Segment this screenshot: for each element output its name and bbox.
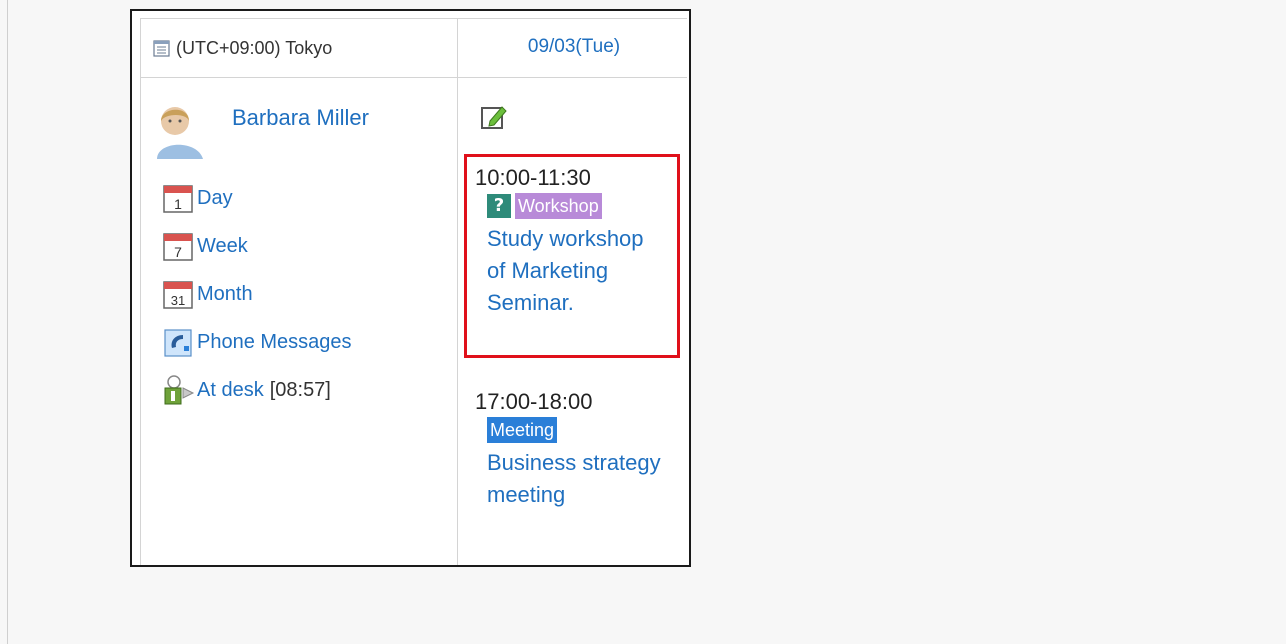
nav-day-label[interactable]: Day <box>197 187 233 210</box>
right-divider <box>690 19 691 567</box>
user-block: Barbara Miller <box>153 99 369 161</box>
presence-time: [08:57] <box>269 378 331 401</box>
column-divider <box>457 19 458 565</box>
svg-text:31: 31 <box>171 293 185 308</box>
nav-presence-link[interactable]: At desk [08:57] <box>161 366 352 414</box>
svg-text:7: 7 <box>174 244 182 260</box>
user-nav: 1 Day 7 Week 31 Month Phone Messages At … <box>161 174 352 414</box>
nav-phone-messages-link[interactable]: Phone Messages <box>161 318 352 366</box>
nav-phone-messages-label[interactable]: Phone Messages <box>197 331 352 354</box>
calendar-week-icon: 7 <box>163 233 193 261</box>
timezone-label: (UTC+09:00) Tokyo <box>176 38 333 58</box>
avatar[interactable] <box>153 99 207 161</box>
nav-day-link[interactable]: 1 Day <box>161 174 352 222</box>
svg-text:1: 1 <box>174 196 182 212</box>
user-name-link[interactable]: Barbara Miller <box>232 105 369 131</box>
event-item[interactable]: 10:00-11:30 ? Workshop Study workshop of… <box>475 165 667 319</box>
event-title-link[interactable]: Study workshop of Marketing Seminar. <box>487 223 667 319</box>
calendar-month-icon: 31 <box>163 281 193 309</box>
schedule-panel: (UTC+09:00) Tokyo 09/03(Tue) Barbara Mil… <box>130 9 691 567</box>
timezone-header: (UTC+09:00) Tokyo <box>153 38 332 59</box>
event-time: 17:00-18:00 <box>475 389 593 414</box>
nav-presence-label[interactable]: At desk <box>197 379 264 402</box>
question-icon: ? <box>487 194 511 218</box>
page-left-rule <box>7 0 8 644</box>
nav-month-label[interactable]: Month <box>197 283 253 306</box>
schedule-grid: (UTC+09:00) Tokyo 09/03(Tue) Barbara Mil… <box>140 18 689 565</box>
date-header-link[interactable]: 09/03(Tue) <box>458 36 689 58</box>
nav-week-label[interactable]: Week <box>197 235 248 258</box>
event-title-link[interactable]: Business strategy meeting <box>487 447 667 511</box>
header-divider <box>141 77 687 78</box>
event-item[interactable]: 17:00-18:00 Meeting Business strategy me… <box>475 389 667 511</box>
document-icon <box>153 40 170 57</box>
phone-icon <box>164 329 192 357</box>
calendar-day-icon: 1 <box>163 185 193 213</box>
presence-icon <box>164 375 195 405</box>
nav-month-link[interactable]: 31 Month <box>161 270 352 318</box>
event-category-tag: Workshop <box>515 193 602 219</box>
event-tags: ? Workshop <box>487 193 667 219</box>
event-time: 10:00-11:30 <box>475 165 591 190</box>
nav-week-link[interactable]: 7 Week <box>161 222 352 270</box>
event-category-tag: Meeting <box>487 417 558 443</box>
new-appointment-icon[interactable] <box>480 103 508 131</box>
event-tags: Meeting <box>487 417 667 443</box>
